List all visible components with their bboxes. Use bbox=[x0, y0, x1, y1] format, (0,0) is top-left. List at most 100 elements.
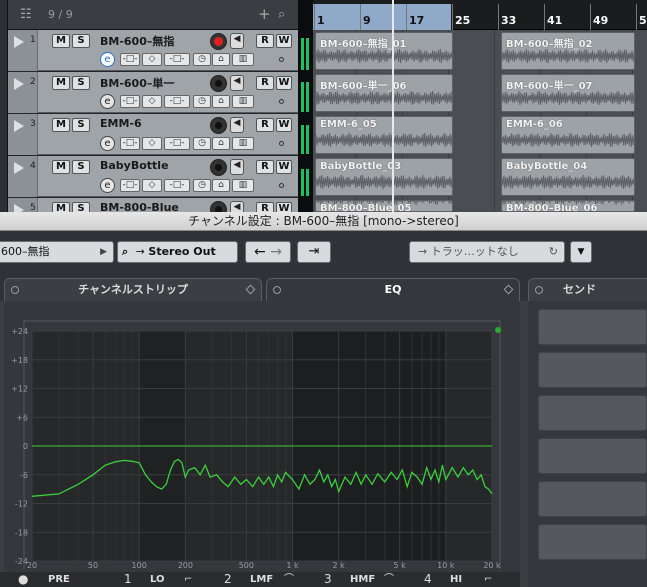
send-slot[interactable] bbox=[538, 524, 647, 560]
eq-icon[interactable]: ◇ bbox=[142, 137, 162, 150]
record-enable-button[interactable] bbox=[210, 33, 227, 50]
channel-name-field[interactable]: 600–無指 ▶ bbox=[0, 241, 114, 263]
send-icon[interactable]: -□- bbox=[164, 137, 190, 150]
mute-button[interactable]: M bbox=[52, 160, 70, 174]
audio-event[interactable]: BM-800–Blue_06 bbox=[501, 200, 635, 212]
output-routing-button[interactable]: ⌕ → Stereo Out bbox=[117, 241, 238, 263]
folder-icon[interactable]: ▥ bbox=[232, 137, 254, 150]
read-automation-button[interactable]: R bbox=[256, 34, 274, 48]
tab-sends[interactable]: センド bbox=[528, 278, 647, 302]
track-name[interactable]: BabyBottle bbox=[100, 159, 169, 172]
write-automation-button[interactable]: W bbox=[276, 160, 292, 174]
monitor-button[interactable]: ◀ bbox=[230, 75, 244, 91]
tab-channel-strip[interactable]: チャンネルストリップ bbox=[4, 278, 262, 302]
power-icon[interactable] bbox=[273, 286, 281, 294]
audio-event[interactable]: EMM-6_05 bbox=[315, 116, 453, 154]
track-preset-field[interactable]: → トラッ…ットなし ↻ bbox=[409, 241, 565, 263]
arrow-right-icon[interactable]: → bbox=[270, 244, 282, 260]
record-enable-button[interactable] bbox=[210, 159, 227, 176]
timebase-icon[interactable]: ◷ bbox=[193, 53, 211, 66]
edit-channel-icon[interactable]: e bbox=[100, 136, 115, 151]
previous-next-channel-button[interactable]: ← → bbox=[245, 241, 291, 263]
track-name[interactable]: EMM-6 bbox=[100, 117, 142, 130]
band-shape-icon[interactable]: ⌒ bbox=[284, 572, 294, 587]
folder-icon[interactable]: ▥ bbox=[232, 95, 254, 108]
track-row[interactable]: 4 M S BabyBottle ◀ R We -□- ◇ -□- ◷ ⌂ ▥ bbox=[8, 156, 298, 197]
audio-event[interactable]: BM-800–Blue_05 bbox=[315, 200, 453, 212]
pre-power-icon[interactable]: ● bbox=[18, 572, 28, 587]
power-icon[interactable] bbox=[535, 286, 543, 294]
track-color-dot[interactable] bbox=[279, 141, 284, 146]
lane-icon[interactable]: ⌂ bbox=[212, 95, 230, 108]
edit-channel-icon[interactable]: e bbox=[100, 178, 115, 193]
read-automation-button[interactable]: R bbox=[256, 76, 274, 90]
timeline-ruler[interactable]: 1 9 17 25 33 41 49 5 bbox=[313, 0, 647, 30]
read-automation-button[interactable]: R bbox=[256, 160, 274, 174]
tab-eq[interactable]: EQ bbox=[266, 278, 520, 302]
send-icon[interactable]: -□- bbox=[164, 95, 190, 108]
refresh-icon[interactable]: ↻ bbox=[549, 242, 558, 262]
arrow-left-icon[interactable]: ← bbox=[254, 244, 266, 260]
lane-icon[interactable]: ⌂ bbox=[212, 179, 230, 192]
edit-channel-icon[interactable]: e bbox=[100, 52, 115, 67]
lane-icon[interactable]: ⌂ bbox=[212, 137, 230, 150]
mute-button[interactable]: M bbox=[52, 34, 70, 48]
diamond-icon[interactable] bbox=[503, 284, 514, 295]
eq-icon[interactable]: ◇ bbox=[142, 95, 162, 108]
insert-icon[interactable]: -□- bbox=[120, 137, 140, 150]
mute-button[interactable]: M bbox=[52, 76, 70, 90]
send-slot[interactable] bbox=[538, 309, 647, 345]
audio-event[interactable]: BabyBottle_03 bbox=[315, 158, 453, 196]
track-name[interactable]: BM-600–単一 bbox=[100, 75, 174, 91]
band-number[interactable]: 2 bbox=[224, 572, 232, 587]
band-number[interactable]: 3 bbox=[324, 572, 332, 587]
eq-icon[interactable]: ◇ bbox=[142, 179, 162, 192]
send-icon[interactable]: -□- bbox=[164, 53, 190, 66]
solo-button[interactable]: S bbox=[72, 118, 90, 132]
record-enable-button[interactable] bbox=[210, 75, 227, 92]
pre-label[interactable]: PRE bbox=[48, 572, 70, 587]
event-display[interactable]: BM-600–無指_01 BM-600–無指_02 BM-600–単一_06 BM-6… bbox=[313, 30, 647, 212]
monitor-button[interactable]: ◀ bbox=[230, 159, 244, 175]
track-name[interactable]: BM-600–無指 bbox=[100, 33, 174, 49]
band-number[interactable]: 4 bbox=[424, 572, 432, 587]
band-number[interactable]: 1 bbox=[124, 572, 132, 587]
folder-icon[interactable]: ▥ bbox=[232, 53, 254, 66]
eq-graph[interactable]: 20 50 100 200 500 1 k 2 k 5 k 10 k 20 k +24 +18 +12 +… bbox=[10, 311, 518, 569]
send-icon[interactable]: -□- bbox=[164, 179, 190, 192]
track-color-dot[interactable] bbox=[279, 57, 284, 62]
solo-button[interactable]: S bbox=[72, 76, 90, 90]
record-enable-button[interactable] bbox=[210, 117, 227, 134]
project-cursor[interactable] bbox=[392, 0, 394, 212]
list-icon[interactable]: ☷ bbox=[20, 7, 32, 22]
mute-button[interactable]: M bbox=[52, 118, 70, 132]
timebase-icon[interactable]: ◷ bbox=[193, 95, 211, 108]
edit-channel-button[interactable]: ⇥ bbox=[297, 241, 331, 263]
track-color-dot[interactable] bbox=[279, 99, 284, 104]
band-shape-icon[interactable]: ⌒ bbox=[384, 572, 394, 587]
audio-event[interactable]: EMM-6_06 bbox=[501, 116, 635, 154]
write-automation-button[interactable]: W bbox=[276, 76, 292, 90]
edit-channel-icon[interactable]: e bbox=[100, 94, 115, 109]
write-automation-button[interactable]: W bbox=[276, 118, 292, 132]
send-slot[interactable] bbox=[538, 481, 647, 517]
audio-event[interactable]: BM-600–無指_01 bbox=[315, 32, 453, 70]
insert-icon[interactable]: -□- bbox=[120, 95, 140, 108]
track-row[interactable]: 1 M S BM-600–無指 ◀ R We -□- ◇ -□- ◷ ⌂ ▥ bbox=[8, 30, 298, 71]
send-slot[interactable] bbox=[538, 438, 647, 474]
timebase-icon[interactable]: ◷ bbox=[193, 179, 211, 192]
band-shape-icon[interactable]: ⌐ bbox=[184, 572, 192, 587]
add-icon[interactable]: + bbox=[258, 5, 271, 23]
solo-button[interactable]: S bbox=[72, 34, 90, 48]
audio-event[interactable]: BM-600–無指_02 bbox=[501, 32, 635, 70]
folder-icon[interactable]: ▥ bbox=[232, 179, 254, 192]
inspector-strip[interactable] bbox=[0, 0, 8, 212]
band-shape-icon[interactable]: ⌐ bbox=[484, 572, 492, 587]
send-slot[interactable] bbox=[538, 395, 647, 431]
loop-range[interactable] bbox=[313, 4, 451, 30]
audio-event[interactable]: BM-600–単一_06 bbox=[315, 74, 453, 112]
monitor-button[interactable]: ◀ bbox=[230, 33, 244, 49]
insert-icon[interactable]: -□- bbox=[120, 53, 140, 66]
read-automation-button[interactable]: R bbox=[256, 118, 274, 132]
send-slot[interactable] bbox=[538, 352, 647, 388]
